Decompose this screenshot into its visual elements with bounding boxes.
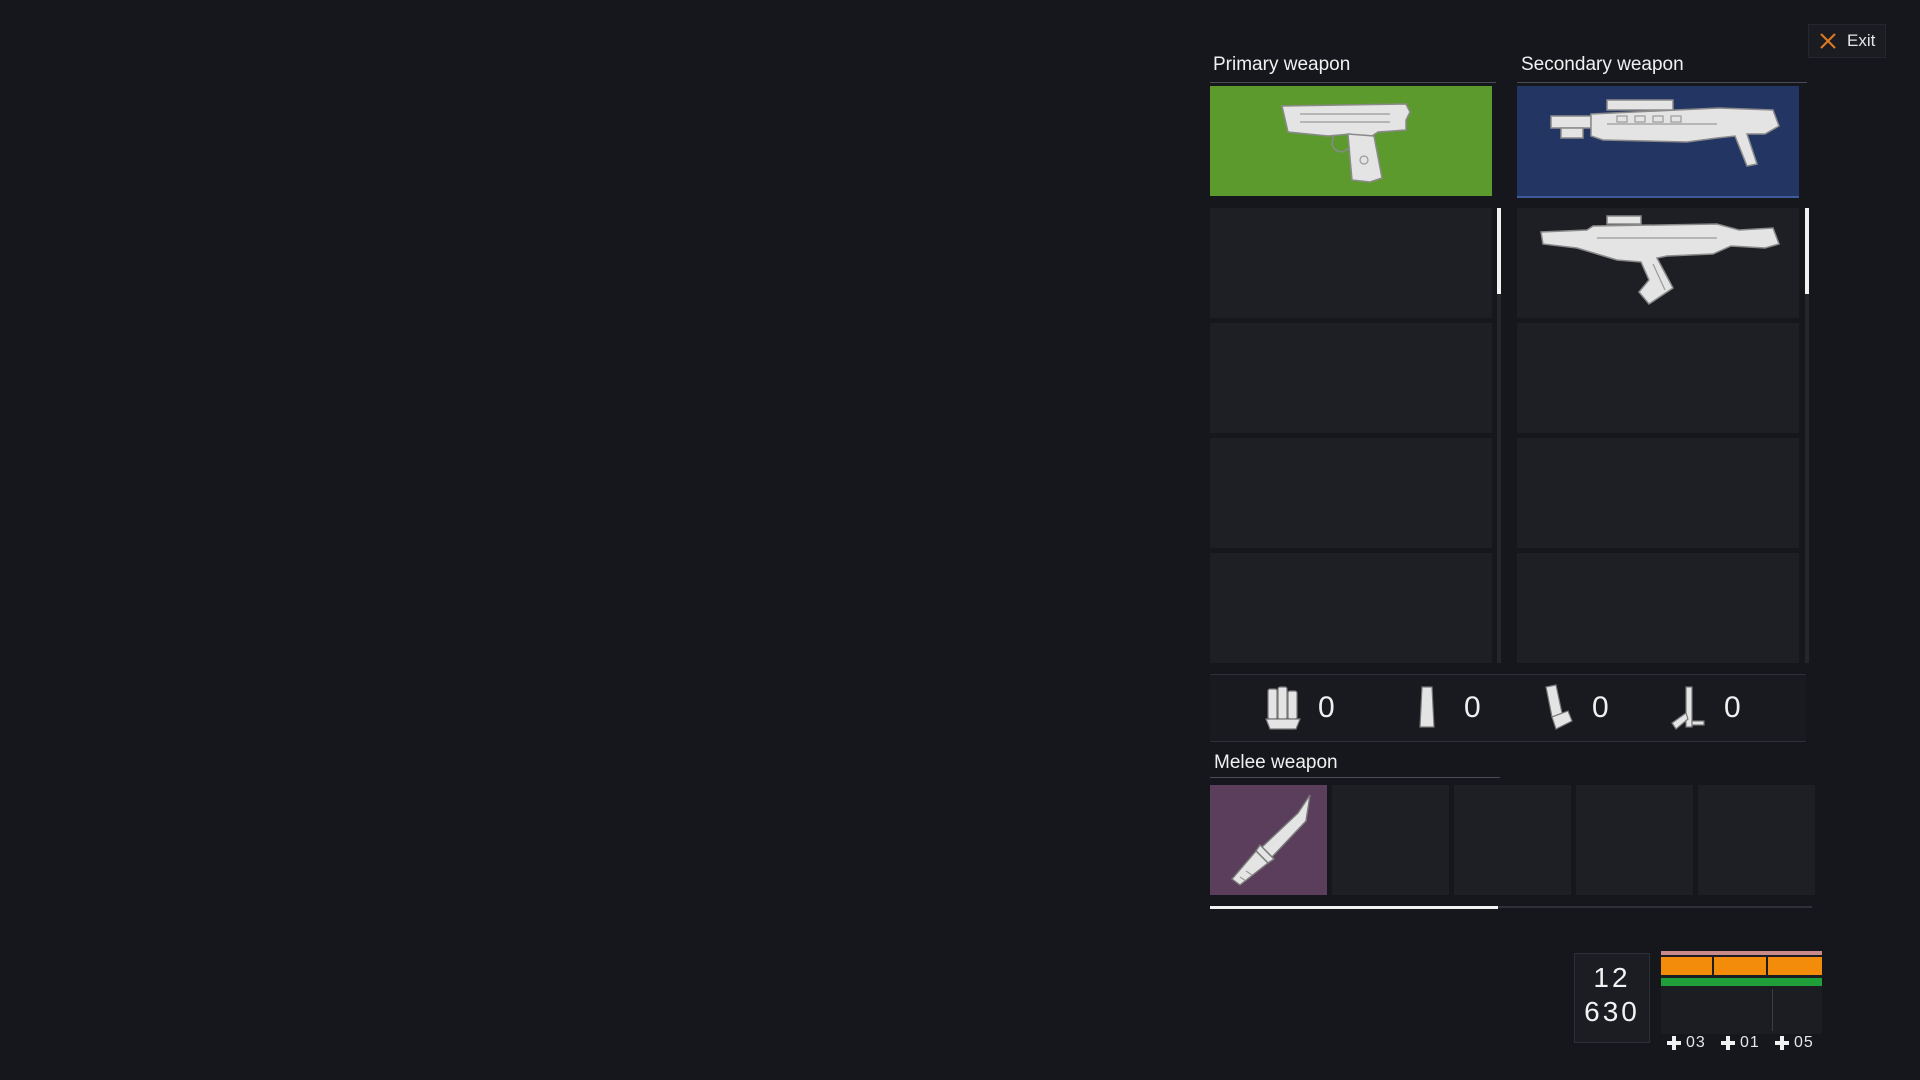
rifle-magazine-icon (1545, 684, 1573, 730)
melee-slot-4[interactable] (1576, 785, 1693, 895)
ammo-counter: 12 630 (1574, 953, 1650, 1043)
secondary-inventory-slot-3[interactable] (1517, 438, 1799, 548)
top-status-bar (1661, 951, 1822, 955)
ammo-count: 0 (1592, 691, 1609, 724)
secondary-scroll-thumb[interactable] (1805, 208, 1809, 294)
heal-count: 05 (1794, 1034, 1814, 1051)
heal-count: 01 (1740, 1034, 1760, 1051)
primary-inventory-slot-1[interactable] (1210, 208, 1492, 318)
melee-scroll-thumb[interactable] (1210, 906, 1498, 909)
secondary-inventory-slot-1[interactable] (1517, 208, 1799, 318)
ammo-pistol-magazine: 0 (1406, 675, 1481, 741)
plus-icon (1721, 1036, 1735, 1050)
plus-icon (1667, 1036, 1681, 1050)
plus-icon (1775, 1036, 1789, 1050)
assault-rifle-icon (1540, 215, 1780, 305)
primary-scroll-thumb[interactable] (1497, 208, 1501, 294)
pistol-magazine-icon (1419, 686, 1435, 728)
ammo-count: 0 (1724, 691, 1741, 724)
heal-item-2: 01 (1720, 1034, 1760, 1052)
health-segment-2 (1714, 957, 1766, 975)
ammo-total: 630 (1584, 996, 1640, 1027)
ammo-count: 0 (1318, 691, 1335, 724)
pistol-icon (1281, 103, 1411, 183)
heal-item-1: 03 (1666, 1034, 1706, 1052)
ammo-bar: 0 0 0 0 (1210, 674, 1806, 742)
melee-slot-5[interactable] (1698, 785, 1815, 895)
melee-weapon-title: Melee weapon (1214, 752, 1338, 773)
health-segment-3 (1768, 957, 1822, 975)
stamina-bar (1661, 978, 1822, 986)
knife-icon (1230, 794, 1311, 886)
secondary-title-divider (1517, 82, 1807, 83)
ammo-launcher: 0 (1666, 675, 1741, 741)
exit-button[interactable]: Exit (1808, 24, 1886, 58)
melee-title-divider (1210, 777, 1500, 778)
shotgun-icon (1550, 99, 1780, 167)
primary-inventory-slot-3[interactable] (1210, 438, 1492, 548)
ammo-clip: 12 (1593, 962, 1631, 993)
exit-label: Exit (1847, 31, 1876, 50)
primary-equipped-slot[interactable] (1210, 86, 1492, 196)
ammo-rifle-magazine: 0 (1534, 675, 1609, 741)
heal-item-3: 05 (1774, 1034, 1814, 1052)
primary-weapon-title: Primary weapon (1213, 54, 1351, 75)
ammo-count: 0 (1464, 691, 1481, 724)
close-icon (1820, 33, 1836, 49)
grenade-launcher-icon (1671, 686, 1705, 730)
status-divider (1772, 989, 1773, 1031)
heal-count: 03 (1686, 1034, 1706, 1051)
health-segment-1 (1661, 957, 1712, 975)
secondary-inventory-slot-4[interactable] (1517, 553, 1799, 663)
primary-inventory-slot-4[interactable] (1210, 553, 1492, 663)
secondary-weapon-title: Secondary weapon (1521, 54, 1684, 75)
ammo-shotgun-shells: 0 (1260, 675, 1335, 741)
secondary-equipped-slot[interactable] (1517, 86, 1799, 198)
melee-equipped-slot[interactable] (1210, 785, 1327, 895)
melee-slot-3[interactable] (1454, 785, 1571, 895)
primary-inventory-slot-2[interactable] (1210, 323, 1492, 433)
status-panel (1661, 951, 1822, 1034)
secondary-inventory-slot-2[interactable] (1517, 323, 1799, 433)
primary-title-divider (1210, 82, 1496, 83)
melee-slot-2[interactable] (1332, 785, 1449, 895)
shotgun-shells-icon (1265, 686, 1301, 730)
